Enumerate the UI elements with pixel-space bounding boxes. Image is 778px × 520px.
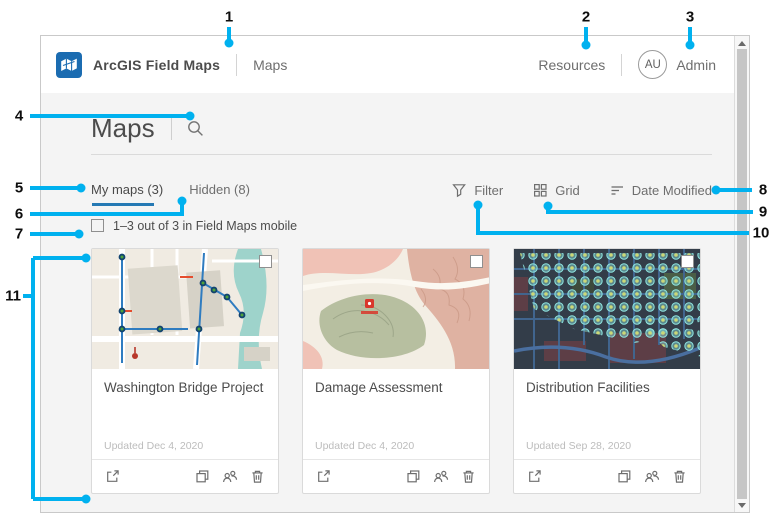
scroll-up-arrow[interactable] [735,37,749,49]
duplicate-icon [617,469,632,484]
open-icon [527,469,542,484]
filter-label: Filter [474,183,503,198]
callout-8: 8 [759,182,767,199]
tab-my-maps-label: My maps (3) [91,182,163,197]
street-map-thumbnail-art [92,249,278,369]
terrain-map-thumbnail-art [303,249,489,369]
delete-map-button[interactable] [672,469,687,484]
delete-map-button[interactable] [461,469,476,484]
card-updated-date: Updated Sep 28, 2020 [526,440,631,452]
callout-3: 3 [686,9,694,26]
grid-icon [533,183,548,198]
duplicate-icon [195,469,210,484]
grid-label: Grid [555,183,580,198]
share-group-icon [644,469,660,484]
callout-10: 10 [753,225,770,242]
map-thumbnail[interactable] [303,249,489,369]
share-group-icon [433,469,449,484]
sort-button[interactable]: Date Modified [610,183,712,204]
share-map-button[interactable] [222,469,238,484]
card-body: Washington Bridge Project Updated Dec 4,… [92,369,278,459]
share-group-icon [222,469,238,484]
grid-view-button[interactable]: Grid [533,183,580,204]
filter-icon [452,183,467,198]
app-area: ArcGIS Field Maps Maps Resources AU Admi… [41,36,734,512]
selection-row: 1–3 out of 3 in Field Maps mobile [91,219,712,233]
filter-button[interactable]: Filter [452,183,503,204]
open-icon [316,469,331,484]
callout-7: 7 [15,226,23,243]
vertical-scrollbar[interactable] [734,36,749,512]
scroll-down-arrow[interactable] [735,499,749,511]
sort-icon [610,183,625,198]
arcgis-field-maps-logo-icon [56,52,82,78]
card-body: Distribution Facilities Updated Sep 28, … [514,369,700,459]
page-header: Maps [91,93,712,155]
duplicate-map-button[interactable] [195,469,210,484]
tab-my-maps[interactable]: My maps (3) [91,182,163,206]
scrollbar-thumb[interactable] [737,49,747,499]
card-footer [92,459,278,493]
card-title: Distribution Facilities [526,380,688,395]
nav-item-maps[interactable]: Maps [253,57,287,73]
title-divider [171,116,172,140]
trash-icon [672,469,687,484]
callout-2: 2 [582,9,590,26]
nav-item-resources[interactable]: Resources [538,57,605,73]
share-map-button[interactable] [644,469,660,484]
navbar-divider-2 [621,54,622,76]
map-card-distribution-facilities[interactable]: Distribution Facilities Updated Sep 28, … [513,248,701,494]
card-checkbox[interactable] [470,255,483,268]
map-thumbnail[interactable] [92,249,278,369]
card-title: Damage Assessment [315,380,477,395]
field-maps-window: ArcGIS Field Maps Maps Resources AU Admi… [40,35,750,513]
tab-hidden-label: Hidden (8) [189,182,250,197]
open-map-button[interactable] [105,469,120,484]
top-navbar: ArcGIS Field Maps Maps Resources AU Admi… [41,36,734,93]
card-checkbox[interactable] [681,255,694,268]
share-map-button[interactable] [433,469,449,484]
card-updated-date: Updated Dec 4, 2020 [315,440,414,452]
trash-icon [250,469,265,484]
duplicate-map-button[interactable] [406,469,421,484]
duplicate-map-button[interactable] [617,469,632,484]
user-avatar[interactable]: AU [638,50,667,79]
map-card-washington-bridge[interactable]: Washington Bridge Project Updated Dec 4,… [91,248,279,494]
dark-map-thumbnail-art [514,249,700,369]
trash-icon [461,469,476,484]
open-icon [105,469,120,484]
content-area: Maps My maps (3) Hidden (8) [41,93,734,512]
callout-4: 4 [15,108,23,125]
open-map-button[interactable] [316,469,331,484]
tab-hidden[interactable]: Hidden (8) [189,182,250,206]
card-updated-date: Updated Dec 4, 2020 [104,440,203,452]
map-thumbnail[interactable] [514,249,700,369]
card-title: Washington Bridge Project [104,380,266,395]
map-card-damage-assessment[interactable]: Damage Assessment Updated Dec 4, 2020 [302,248,490,494]
screenshot-stage: ArcGIS Field Maps Maps Resources AU Admi… [0,0,778,520]
navbar-divider [236,54,237,76]
callout-9: 9 [759,204,767,221]
brand-title: ArcGIS Field Maps [93,57,220,73]
open-map-button[interactable] [527,469,542,484]
callout-5: 5 [15,180,23,197]
search-icon[interactable] [187,120,204,137]
page-title: Maps [91,114,155,143]
user-name[interactable]: Admin [676,57,716,73]
callout-11: 11 [5,288,21,305]
tabs-row: My maps (3) Hidden (8) Filter [91,182,712,206]
active-tab-indicator [92,203,154,206]
delete-map-button[interactable] [250,469,265,484]
card-body: Damage Assessment Updated Dec 4, 2020 [303,369,489,459]
select-all-checkbox[interactable] [91,219,104,232]
card-checkbox[interactable] [259,255,272,268]
callout-1: 1 [225,9,233,26]
card-footer [514,459,700,493]
callout-6: 6 [15,206,23,223]
duplicate-icon [406,469,421,484]
map-cards-grid: Washington Bridge Project Updated Dec 4,… [91,248,712,494]
sort-label: Date Modified [632,183,712,198]
card-footer [303,459,489,493]
selection-label: 1–3 out of 3 in Field Maps mobile [113,219,297,233]
